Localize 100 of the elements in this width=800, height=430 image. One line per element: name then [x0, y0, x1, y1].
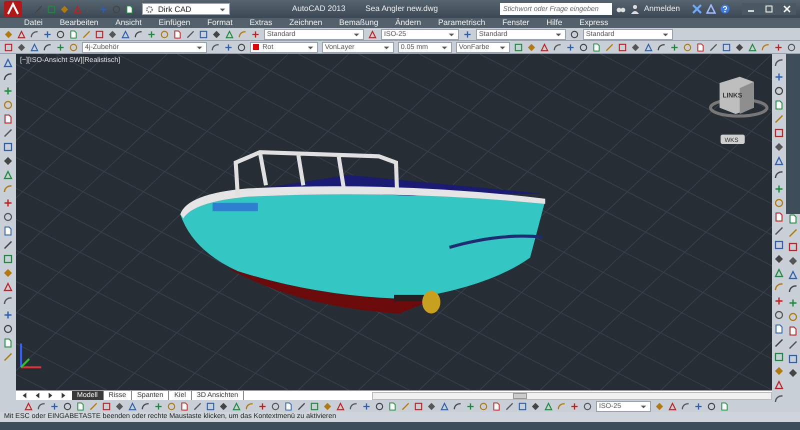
triangle-icon[interactable] — [3, 58, 13, 68]
cross-icon[interactable] — [56, 42, 65, 52]
cross-icon[interactable] — [3, 310, 13, 320]
page-icon[interactable] — [3, 114, 13, 124]
arc-icon[interactable] — [211, 42, 220, 52]
last-arrow-icon[interactable] — [59, 391, 68, 400]
cross-icon[interactable] — [3, 198, 13, 208]
square-icon[interactable] — [206, 402, 215, 410]
arc-icon[interactable] — [552, 42, 562, 52]
arc-icon[interactable] — [774, 170, 784, 180]
triangle-icon[interactable] — [3, 282, 13, 292]
line-icon[interactable] — [708, 42, 718, 52]
triangle-icon[interactable] — [668, 402, 677, 410]
triangle-icon[interactable] — [336, 402, 345, 410]
menu-item[interactable]: Ändern — [395, 18, 422, 28]
line-icon[interactable] — [193, 402, 202, 410]
line-icon[interactable] — [774, 338, 784, 348]
circle-icon[interactable] — [375, 402, 384, 410]
cross-icon[interactable] — [3, 86, 13, 96]
arc-icon[interactable] — [37, 402, 46, 410]
arc-icon[interactable] — [656, 42, 666, 52]
menu-item[interactable]: Format — [207, 18, 233, 28]
cross-icon[interactable] — [694, 402, 703, 410]
next-arrow-icon[interactable] — [46, 391, 55, 400]
page-icon[interactable] — [3, 226, 13, 236]
cross-icon[interactable] — [362, 402, 371, 410]
menu-item[interactable]: Express — [579, 18, 608, 28]
menu-item[interactable]: Hilfe — [546, 18, 562, 28]
circle-icon[interactable] — [3, 212, 13, 222]
circle-icon[interactable] — [786, 42, 796, 52]
menu-item[interactable]: Parametrisch — [438, 18, 486, 28]
square-icon[interactable] — [788, 242, 798, 252]
circle-icon[interactable] — [774, 310, 784, 320]
cross-icon[interactable] — [670, 42, 679, 52]
triangle-icon[interactable] — [440, 402, 449, 410]
triangle-icon[interactable] — [774, 380, 784, 390]
diamond-icon[interactable] — [774, 142, 784, 152]
cross-icon[interactable] — [224, 42, 234, 52]
first-arrow-icon[interactable] — [20, 391, 29, 400]
arc-icon[interactable] — [774, 394, 784, 404]
triangle-icon[interactable] — [540, 42, 549, 52]
triangle-icon[interactable] — [128, 402, 137, 410]
line-icon[interactable] — [774, 226, 784, 236]
line-icon[interactable] — [505, 402, 514, 410]
circle-icon[interactable] — [583, 402, 592, 410]
arc-icon[interactable] — [453, 402, 462, 410]
arc-icon[interactable] — [349, 402, 358, 410]
app-logo-icon[interactable] — [4, 1, 22, 17]
circle-icon[interactable] — [774, 86, 784, 96]
arc-icon[interactable] — [3, 72, 13, 82]
circle-icon[interactable] — [63, 402, 72, 410]
circle-icon[interactable] — [237, 42, 246, 52]
cross-icon[interactable] — [50, 402, 59, 410]
square-icon[interactable] — [518, 402, 527, 410]
cross-icon[interactable] — [788, 298, 798, 308]
triangle-icon[interactable] — [24, 402, 33, 410]
circle-icon[interactable] — [570, 30, 579, 38]
square-icon[interactable] — [774, 240, 784, 250]
cross-icon[interactable] — [466, 402, 475, 410]
arc-icon[interactable] — [134, 30, 143, 38]
triangle-icon[interactable] — [774, 156, 784, 166]
square-icon[interactable] — [414, 402, 423, 410]
page-icon[interactable] — [774, 100, 784, 110]
cross-icon[interactable] — [774, 72, 784, 82]
triangle-icon[interactable] — [748, 42, 757, 52]
line-icon[interactable] — [186, 30, 195, 38]
square-icon[interactable] — [199, 30, 208, 38]
cross-icon[interactable] — [43, 30, 52, 38]
square-icon[interactable] — [618, 42, 627, 52]
circle-icon[interactable] — [578, 42, 588, 52]
help-icon[interactable] — [720, 4, 730, 14]
square-icon[interactable] — [310, 402, 319, 410]
cross-icon[interactable] — [566, 42, 575, 52]
square-icon[interactable] — [102, 402, 111, 410]
line-icon[interactable] — [788, 340, 798, 350]
square-icon[interactable] — [514, 42, 523, 52]
workspace-dropdown[interactable]: Dirk CAD — [142, 3, 230, 15]
page-icon[interactable] — [3, 338, 13, 348]
menu-item[interactable]: Bearbeiten — [60, 18, 98, 28]
viewcube-drawing[interactable] — [708, 76, 768, 118]
square-icon[interactable] — [4, 42, 13, 52]
square-icon[interactable] — [722, 42, 731, 52]
cross-icon[interactable] — [258, 402, 267, 410]
menu-item[interactable]: Zeichnen — [289, 18, 322, 28]
cross-icon[interactable] — [147, 30, 156, 38]
triangle-icon[interactable] — [225, 30, 234, 38]
square-icon[interactable] — [774, 352, 784, 362]
circle-icon[interactable] — [707, 402, 716, 410]
arc-icon[interactable] — [141, 402, 150, 410]
menu-item[interactable]: Datei — [24, 18, 43, 28]
triangle-icon[interactable] — [368, 30, 377, 38]
arc-icon[interactable] — [681, 402, 690, 410]
triangle-icon[interactable] — [121, 30, 130, 38]
square-icon[interactable] — [774, 128, 784, 138]
horizontal-scrollbar[interactable] — [372, 392, 772, 400]
triangle-icon[interactable] — [706, 4, 716, 14]
menu-item[interactable]: Fenster — [502, 18, 530, 28]
circle-icon[interactable] — [3, 324, 13, 334]
cross-icon[interactable] — [463, 30, 472, 38]
menu-item[interactable]: Einfügen — [158, 18, 190, 28]
